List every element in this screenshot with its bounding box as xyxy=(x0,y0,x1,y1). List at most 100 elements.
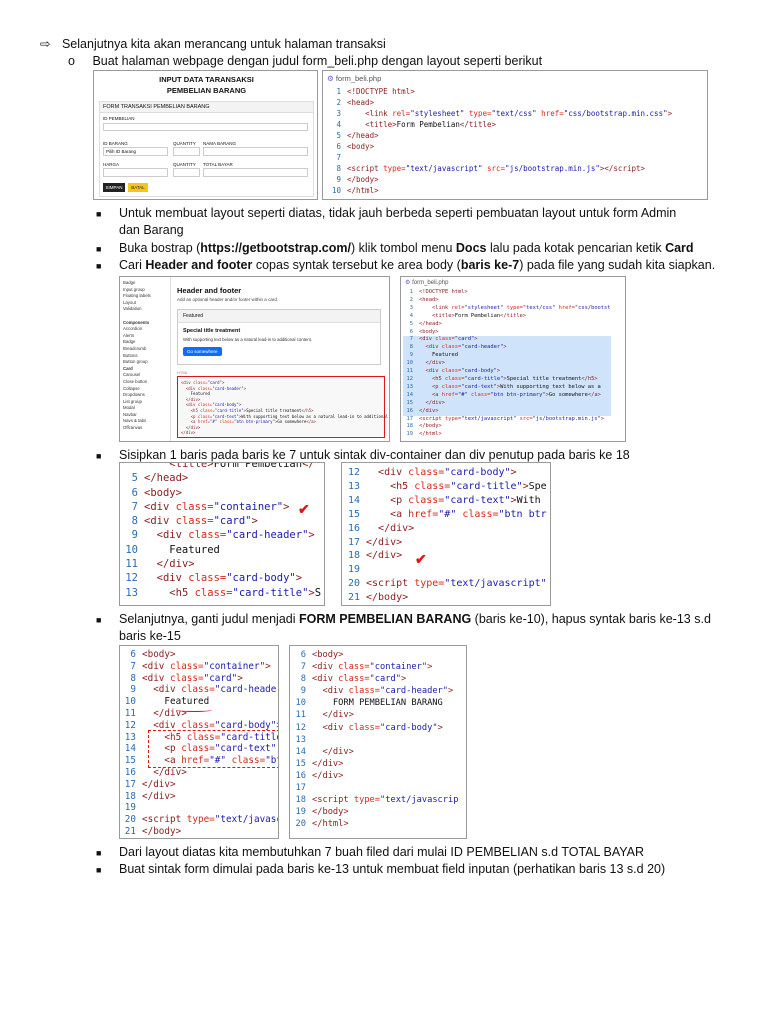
docs-sidebar-item: Components xyxy=(123,319,150,325)
code-text: </head> xyxy=(347,131,379,140)
bullet1-line2: dan Barang xyxy=(119,223,184,237)
code-text: </div> xyxy=(312,770,344,781)
line-number: 13 xyxy=(124,731,136,743)
code-line: 9 </body> xyxy=(327,174,672,185)
docs-card-example: Featured Special title treatment With su… xyxy=(177,309,381,365)
docs-sidebar-item: Offcanvas xyxy=(123,425,143,431)
preview-label-harga: HARGA xyxy=(103,162,120,167)
code-text: </div> xyxy=(142,790,176,802)
bullet-icon: ■ xyxy=(96,865,102,875)
line-number: 20 xyxy=(295,819,306,830)
code-line: 7 <div class="card"> xyxy=(403,336,611,345)
line-number: 7 xyxy=(300,662,306,673)
line-number: 15 xyxy=(406,399,414,406)
preview-input-quantity xyxy=(173,147,200,156)
docs-sidebar-item: Accordion xyxy=(123,326,143,332)
line-number: 17 xyxy=(406,415,414,422)
code-line: 17 xyxy=(292,782,458,794)
code-text: <h5 class="card-title">Special title tre… xyxy=(431,375,598,382)
docs-sidebar-item: Buttons xyxy=(123,352,138,358)
line-number: 6 xyxy=(300,650,306,660)
code-text: Featured xyxy=(142,696,210,708)
line-number: 15 xyxy=(347,508,360,520)
line-number: 1 xyxy=(409,289,413,295)
preview-label-total: TOTAL BAYAR xyxy=(203,162,233,167)
code-line: 14 </div> xyxy=(292,746,458,758)
code-text: </div> xyxy=(312,758,344,769)
docs-code-snippet-highlight: <div class="card"> <div class="card-head… xyxy=(177,376,388,438)
code-line: 7 xyxy=(327,152,672,163)
line-number: 11 xyxy=(124,707,136,719)
docs-sidebar-item: Collapse xyxy=(123,385,140,391)
line-number: 8 xyxy=(131,515,138,528)
line-number: 6 xyxy=(131,486,138,499)
code-text: </div> xyxy=(322,710,354,721)
line-number: 21 xyxy=(347,592,360,604)
code-text: <h5 class="card-title">S xyxy=(169,586,322,599)
line-number: 14 xyxy=(295,746,306,757)
code-text: </div> xyxy=(322,746,354,757)
preview-batal-button: BATAL xyxy=(128,183,148,192)
code-line: 10 Featured xyxy=(122,543,321,557)
line-number: 9 xyxy=(336,175,341,184)
docs-card-header: Featured xyxy=(178,310,380,323)
docs-sidebar-item: List group xyxy=(123,398,142,404)
code-text: <div class="card"> xyxy=(419,336,478,343)
code-line: 16 </div> xyxy=(403,407,611,416)
code-line: 10 FORM PEMBELIAN BARANG xyxy=(292,697,458,709)
code-line: 9 <div class="card-header"> xyxy=(122,528,321,542)
code-text: <div class="card"> xyxy=(144,515,258,528)
line-number: 20 xyxy=(347,578,360,590)
line-number: 4 xyxy=(336,120,341,129)
line-number: 6 xyxy=(336,142,341,151)
code-editor-2: ⚙ form_beli.php 1 <!DOCTYPE html> 2 <head> 3… xyxy=(400,276,626,442)
php-file-icon: ⚙ xyxy=(327,74,334,83)
code-line: 7 <div class="container"> xyxy=(292,661,458,673)
docs-title: Header and footer xyxy=(177,286,242,295)
line-number: 9 xyxy=(409,352,413,359)
code-line: 13 <h5 class="card-title">S xyxy=(122,586,321,600)
line-number: 17 xyxy=(124,778,136,790)
code-editor-3a: <title>Form Pembelian</ 5 </head> 6 <body> 7 <… xyxy=(119,462,325,606)
code-line: 10 Featured xyxy=(122,696,278,708)
code-text: </div> xyxy=(153,766,187,778)
code-text: </div> xyxy=(156,558,195,571)
code-editor-4b: 6 <body> 7 <div class="container"> 8 <div cla… xyxy=(289,645,467,839)
docs-sidebar-item: Navs & tabs xyxy=(123,418,147,424)
code-line: 21 </body> xyxy=(344,591,547,605)
line-number: 13 xyxy=(347,480,360,492)
docs-sidebar-item: Validation xyxy=(123,306,142,312)
code-text: <body> xyxy=(347,142,375,151)
code-text: <head> xyxy=(419,296,439,303)
line-number: 10 xyxy=(331,186,341,195)
code-text: </head> xyxy=(144,472,189,485)
line-number: 13 xyxy=(406,383,414,390)
docs-html-label: HTML xyxy=(177,370,188,375)
code-editor-1: ⚙ form_beli.php 1 <!DOCTYPE html> 2 <head> 3… xyxy=(322,70,708,200)
line-number: 18 xyxy=(406,423,414,430)
line-number: 18 xyxy=(347,550,360,562)
docs-sidebar-item: Badge xyxy=(123,280,136,285)
code-line: 17 </div> xyxy=(122,778,278,791)
line-number: 10 xyxy=(295,698,306,709)
code-text: <title>Form Pembelian</title> xyxy=(431,312,527,319)
docs-sidebar-item: Close button xyxy=(123,378,148,384)
line-number: 18 xyxy=(124,790,136,802)
line-number: 3 xyxy=(336,109,341,118)
code-line: 8 <div class="card"> xyxy=(122,672,278,685)
code-line: 19 xyxy=(122,802,278,814)
code-text: <title>Form Pembelian</title> xyxy=(365,120,497,129)
code-text: <div class="card"> xyxy=(142,672,243,684)
line-number: 16 xyxy=(406,407,414,414)
docs-sidebar-item: Card xyxy=(123,365,133,371)
code-line: 8 <div class="card"> xyxy=(122,514,321,528)
line-number: 13 xyxy=(295,734,306,745)
code-line: 15 </div> xyxy=(292,758,458,770)
line-number: 14 xyxy=(347,494,360,506)
line-number: 7 xyxy=(336,153,341,162)
code-text: <script type="text/javascript" src="js/b… xyxy=(419,415,605,422)
line-number: 14 xyxy=(406,391,414,398)
docs-sidebar-item: Floating labels xyxy=(123,293,151,299)
docs-sidebar: Badge Input group Floating labels Layout Val… xyxy=(123,280,167,432)
docs-card-title: Special title treatment xyxy=(183,328,241,334)
